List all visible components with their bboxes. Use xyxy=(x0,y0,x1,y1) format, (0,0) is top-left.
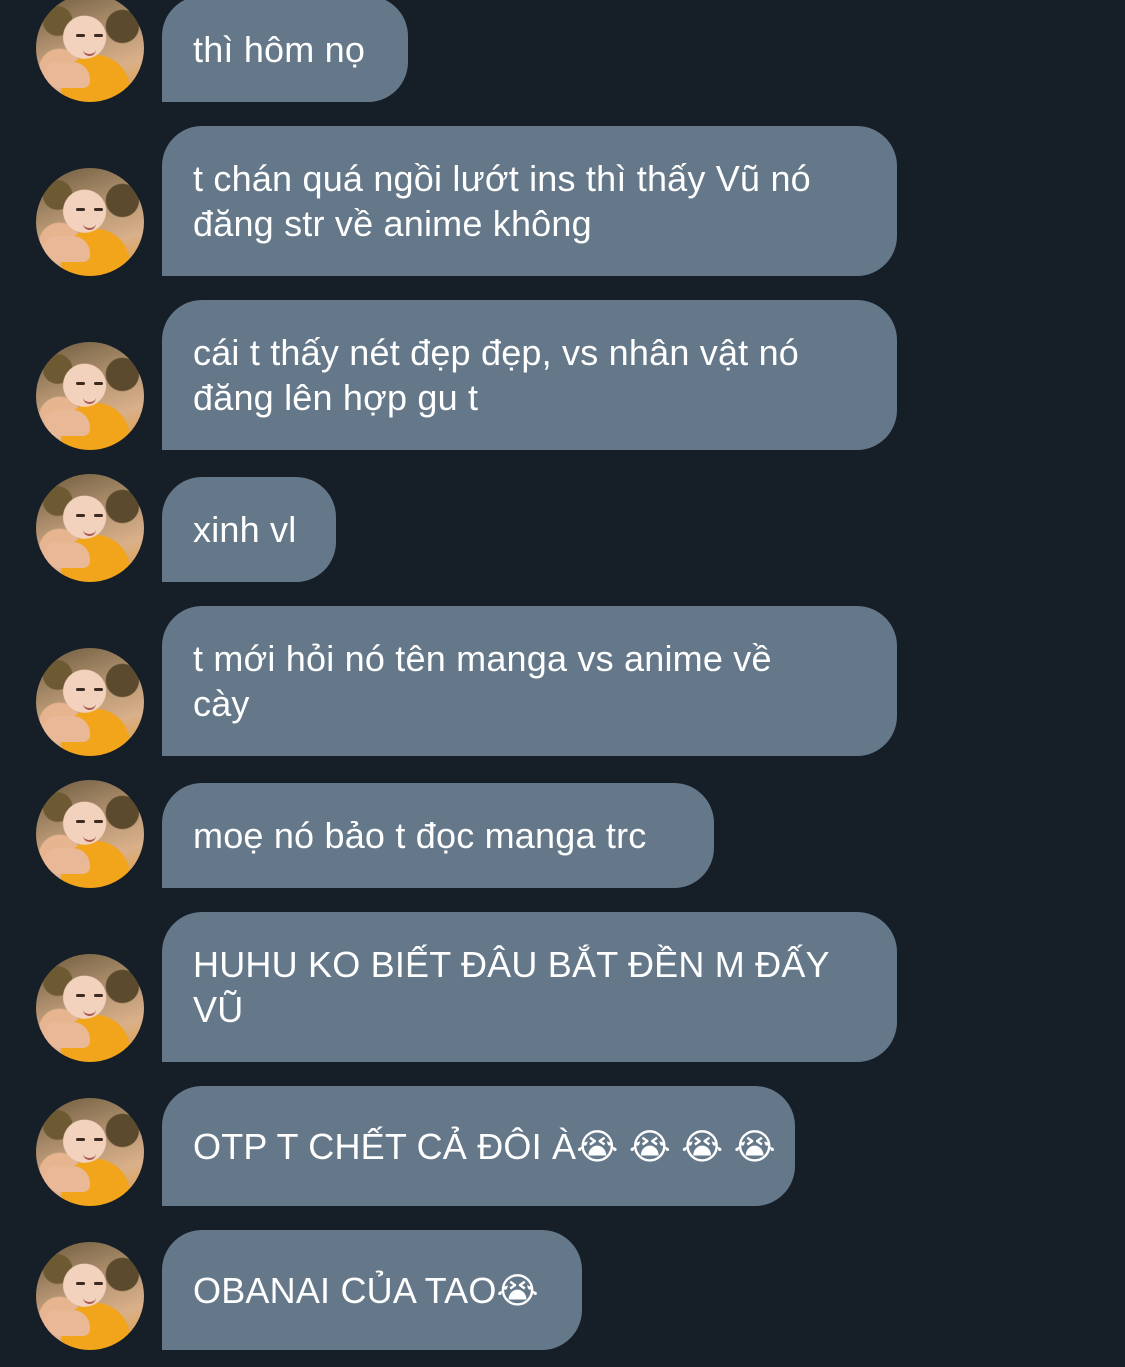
avatar-photo xyxy=(44,1310,90,1336)
avatar[interactable] xyxy=(36,648,144,756)
message-bubble[interactable]: t chán quá ngồi lướt ins thì thấy Vũ nó … xyxy=(162,126,897,276)
message-text: OTP T CHẾT CẢ ĐÔI À😭 😭 😭 😭 xyxy=(193,1125,776,1167)
message-text: t mới hỏi nó tên manga vs anime về cày xyxy=(193,638,772,724)
avatar-photo xyxy=(44,848,90,874)
message-bubble[interactable]: OTP T CHẾT CẢ ĐÔI À😭 😭 😭 😭 xyxy=(162,1086,795,1206)
avatar-photo xyxy=(44,716,90,742)
avatar[interactable] xyxy=(36,0,144,102)
message-bubble[interactable]: thì hôm nọ xyxy=(162,0,408,102)
message-text: OBANAI CỦA TAO😭 xyxy=(193,1269,539,1311)
message-text: thì hôm nọ xyxy=(193,28,366,70)
avatar[interactable] xyxy=(36,954,144,1062)
avatar[interactable] xyxy=(36,342,144,450)
message-bubble[interactable]: cái t thấy nét đẹp đẹp, vs nhân vật nó đ… xyxy=(162,300,897,450)
message-text: HUHU KO BIẾT ĐÂU BẮT ĐỀN M ĐẤY VŨ xyxy=(193,944,830,1030)
message-text: t chán quá ngồi lướt ins thì thấy Vũ nó … xyxy=(193,158,811,244)
message-text: cái t thấy nét đẹp đẹp, vs nhân vật nó đ… xyxy=(193,332,800,418)
message-text: moẹ nó bảo t đọc manga trc xyxy=(193,815,647,856)
message-bubble[interactable]: t mới hỏi nó tên manga vs anime về cày xyxy=(162,606,897,756)
avatar[interactable] xyxy=(36,1242,144,1350)
message-bubble[interactable]: xinh vl xyxy=(162,477,336,582)
avatar[interactable] xyxy=(36,780,144,888)
avatar[interactable] xyxy=(36,168,144,276)
message-text: xinh vl xyxy=(193,509,297,550)
avatar[interactable] xyxy=(36,474,144,582)
message-bubble[interactable]: moẹ nó bảo t đọc manga trc xyxy=(162,783,714,888)
avatar-photo xyxy=(44,410,90,436)
avatar[interactable] xyxy=(36,1098,144,1206)
avatar-photo xyxy=(44,1166,90,1192)
avatar-photo xyxy=(44,542,90,568)
avatar-photo xyxy=(44,236,90,262)
avatar-photo xyxy=(44,62,90,88)
message-bubble[interactable]: OBANAI CỦA TAO😭 xyxy=(162,1230,582,1350)
avatar-photo xyxy=(44,1022,90,1048)
message-bubble[interactable]: HUHU KO BIẾT ĐÂU BẮT ĐỀN M ĐẤY VŨ xyxy=(162,912,897,1062)
